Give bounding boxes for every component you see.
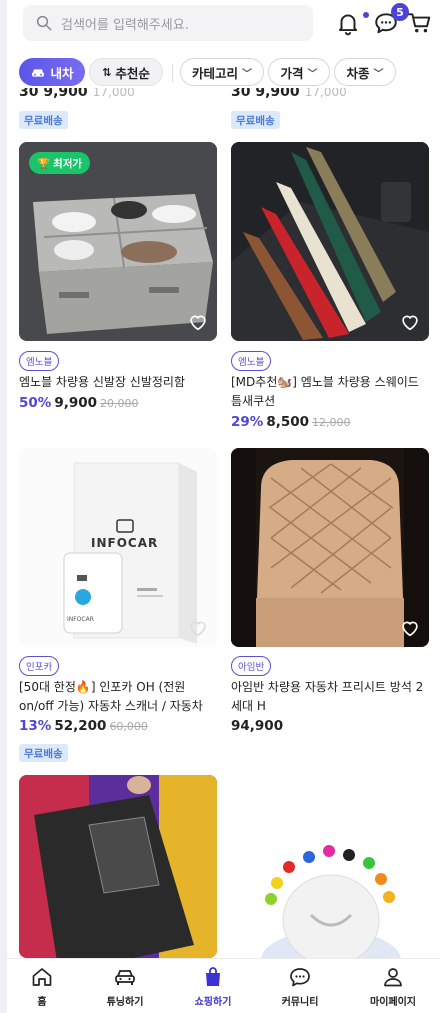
bottom-navigation: 홈 튜닝하기 쇼핑하기 커뮤니티 마이페이지 xyxy=(7,958,440,1013)
car-icon xyxy=(115,970,135,985)
chevron-down-icon: ﹀ xyxy=(307,68,318,80)
product-card[interactable]: 엠노블 [MD추천🐿️] 엠노블 차량용 스웨이드 틈새쿠션 29% 8,500 1… xyxy=(231,142,429,442)
old-price-text: 20,000 xyxy=(100,397,139,410)
prev-row-right-price: 30 9,900 17,000 xyxy=(231,88,431,100)
brand-tag: 엠노블 xyxy=(231,351,272,371)
price-dropdown[interactable]: 가격 ﹀ xyxy=(268,58,330,86)
price-row: 13% 52,200 60,000 xyxy=(19,718,148,734)
search-placeholder: 검색어를 입력해주세요. xyxy=(61,17,189,33)
price-text: 30 9,900 xyxy=(231,88,300,100)
chat-icon xyxy=(290,968,310,987)
cart-icon[interactable] xyxy=(407,10,433,36)
brand-tag: 인포카 xyxy=(19,656,60,676)
infocar-device-logo: INFOCAR xyxy=(67,616,94,623)
nav-tuning-label: 튜닝하기 xyxy=(106,997,144,1008)
product-title: 엠노블 차량용 신발장 신발정리함 xyxy=(19,375,186,389)
nav-tuning[interactable]: 튜닝하기 xyxy=(82,965,168,1008)
home-icon xyxy=(32,968,52,986)
price-text: 9,900 xyxy=(54,395,98,411)
price-label: 가격 xyxy=(280,65,304,81)
product-image[interactable] xyxy=(231,775,429,958)
free-shipping-badge: 무료배송 xyxy=(231,111,280,129)
heart-icon[interactable] xyxy=(399,617,421,639)
top-header: 검색어를 입력해주세요. 5 xyxy=(7,0,440,48)
brand-tag: 아임반 xyxy=(231,656,272,676)
heart-icon[interactable] xyxy=(399,311,421,333)
infocar-box-logo: INFOCAR xyxy=(91,536,159,550)
nav-mypage-label: 마이페이지 xyxy=(370,997,416,1008)
free-shipping-badge: 무료배송 xyxy=(19,744,68,762)
old-price-text: 17,000 xyxy=(92,88,135,99)
product-title: [MD추천🐿️] 엠노블 차량용 스웨이드 틈새쿠션 xyxy=(231,375,419,408)
nav-mypage[interactable]: 마이페이지 xyxy=(350,965,436,1008)
search-input[interactable]: 검색어를 입력해주세요. xyxy=(23,5,313,41)
shopping-bag-icon xyxy=(206,967,220,986)
price-text: 30 9,900 xyxy=(19,88,88,100)
product-image[interactable]: INFOCAR INFOCAR xyxy=(19,448,217,647)
product-image[interactable] xyxy=(231,448,429,647)
brand-tag: 엠노블 xyxy=(19,351,60,371)
heart-icon[interactable] xyxy=(187,311,209,333)
product-card[interactable]: INFOCAR INFOCAR 인포카 [50대 한정🔥] 인포카 OH (전원… xyxy=(19,448,217,768)
category-label: 카테고리 xyxy=(191,65,238,81)
old-price-text: 12,000 xyxy=(312,416,351,429)
chevron-down-icon: ﹀ xyxy=(242,68,252,80)
product-card[interactable]: 아임반 아임반 차량용 자동차 프리시트 방석 2세대 H 94,900 xyxy=(231,448,429,738)
price-text: 94,900 xyxy=(231,718,284,734)
sort-label: 추천순 xyxy=(115,65,150,81)
price-text: 52,200 xyxy=(54,718,107,734)
filter-divider xyxy=(172,64,173,82)
old-price-text: 60,000 xyxy=(109,720,148,733)
car-type-label: 차종 xyxy=(346,65,370,81)
category-dropdown[interactable]: 카테고리 ﹀ xyxy=(180,58,264,86)
prev-row-left-price: 30 9,900 17,000 xyxy=(19,88,219,100)
sort-chip[interactable]: ⇅ 추천순 xyxy=(89,58,163,86)
nav-home-label: 홈 xyxy=(37,997,47,1008)
lowest-price-label: 최저가 xyxy=(53,157,83,170)
lowest-price-badge: 🏆 최저가 xyxy=(29,152,91,174)
product-card[interactable] xyxy=(19,775,217,958)
my-car-chip[interactable]: 내차 xyxy=(19,58,85,86)
notification-dot xyxy=(363,12,369,18)
nav-community-label: 커뮤니티 xyxy=(281,997,319,1008)
product-card[interactable]: 🏆 최저가 엠노블 엠노블 차량용 신발장 신발정리함 50% 9,900 20,00… xyxy=(19,142,217,422)
nav-home[interactable]: 홈 xyxy=(0,965,85,1008)
nav-community[interactable]: 커뮤니티 xyxy=(257,965,343,1008)
price-row: 94,900 xyxy=(231,718,283,734)
price-row: 29% 8,500 12,000 xyxy=(231,414,351,430)
car-type-dropdown[interactable]: 차종 ﹀ xyxy=(334,58,396,86)
car-icon xyxy=(32,69,45,77)
nav-shopping-label: 쇼핑하기 xyxy=(194,997,232,1008)
price-text: 8,500 xyxy=(266,414,310,430)
product-image[interactable]: 🏆 최저가 xyxy=(19,142,217,341)
product-title: [50대 한정🔥] 인포카 OH (전원 on/off 가능) 자동차 스캐너 … xyxy=(19,680,203,713)
product-image[interactable] xyxy=(19,775,217,958)
left-edge-bar xyxy=(0,0,7,1013)
chevron-down-icon: ﹀ xyxy=(373,68,384,80)
product-image[interactable] xyxy=(231,142,429,341)
free-shipping-badge: 무료배송 xyxy=(19,111,68,129)
product-title: 아임반 차량용 자동차 프리시트 방석 2세대 H xyxy=(231,680,424,713)
price-row: 50% 9,900 20,000 xyxy=(19,395,139,411)
trophy-icon: 🏆 xyxy=(37,157,51,170)
bell-icon[interactable] xyxy=(335,10,361,36)
nav-shopping[interactable]: 쇼핑하기 xyxy=(170,965,256,1008)
sort-arrows-icon: ⇅ xyxy=(102,65,112,79)
search-icon xyxy=(36,15,52,31)
heart-icon[interactable] xyxy=(187,617,209,639)
discount-rate: 50% xyxy=(19,395,52,411)
person-icon xyxy=(384,968,402,987)
discount-rate: 13% xyxy=(19,718,52,734)
my-car-label: 내차 xyxy=(50,65,74,81)
discount-rate: 29% xyxy=(231,414,264,430)
product-card[interactable] xyxy=(231,775,429,958)
old-price-text: 17,000 xyxy=(304,88,347,99)
